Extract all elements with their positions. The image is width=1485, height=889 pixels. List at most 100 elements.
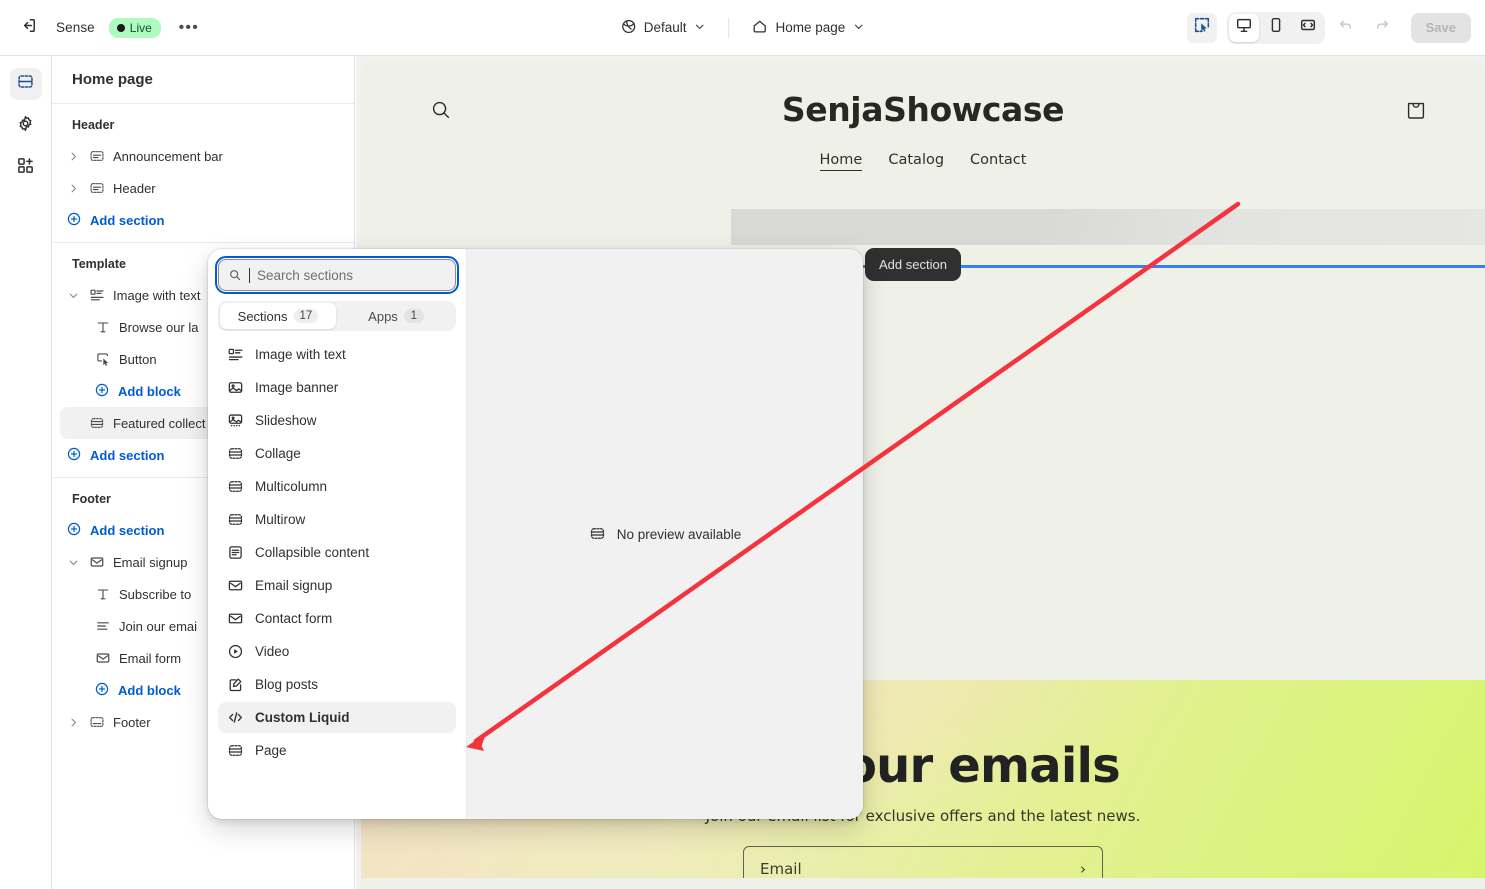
- section-type-list: Image with text Image banner Slideshow C…: [218, 337, 456, 819]
- section-option-label: Image with text: [255, 347, 346, 362]
- plus-circle-icon: [66, 446, 82, 465]
- nav-link-catalog[interactable]: Catalog: [888, 152, 944, 171]
- add-section-label: Add section: [90, 522, 165, 538]
- chevron-right-icon[interactable]: [66, 181, 80, 195]
- section-option-email-signup[interactable]: Email signup: [218, 570, 456, 601]
- section-icon: [226, 511, 244, 529]
- tab-apps-label: Apps: [368, 308, 398, 324]
- section-option-page[interactable]: Page: [218, 735, 456, 766]
- add-section-label: Add section: [90, 212, 165, 228]
- search-icon: [228, 268, 242, 282]
- section-option-slideshow[interactable]: Slideshow: [218, 405, 456, 436]
- popover-tabs: Sections 17 Apps 1: [218, 301, 456, 331]
- search-sections-field[interactable]: Search sections: [215, 256, 459, 294]
- chevron-down-icon[interactable]: [66, 555, 80, 569]
- section-option-image-banner[interactable]: Image banner: [218, 372, 456, 403]
- section-option-custom-liquid[interactable]: Custom Liquid: [218, 702, 456, 733]
- tab-sections[interactable]: Sections 17: [220, 303, 336, 329]
- collapsible-icon: [226, 544, 244, 562]
- inspector-select-button[interactable]: [1186, 12, 1217, 43]
- sidebar-item-label: Email signup: [113, 554, 188, 570]
- section-option-multirow[interactable]: Multirow: [218, 504, 456, 535]
- section-option-video[interactable]: Video: [218, 636, 456, 667]
- section-icon: [88, 415, 105, 432]
- nav-link-home[interactable]: Home: [819, 152, 863, 171]
- device-mobile-button[interactable]: [1261, 14, 1291, 42]
- storefront-logo: SenjaShowcase: [781, 90, 1065, 129]
- chevron-down-icon: [693, 20, 706, 36]
- more-actions-button[interactable]: •••: [175, 14, 203, 42]
- store-name[interactable]: Sense: [56, 20, 95, 35]
- chevron-right-icon[interactable]: [66, 149, 80, 163]
- envelope-icon: [94, 650, 111, 667]
- sidebar-group-header: Header Announcement bar Header Add secti…: [52, 104, 354, 242]
- envelope-icon: [88, 554, 105, 571]
- code-icon: [226, 709, 244, 727]
- storefront-header: SenjaShowcase Home Catalog Contact: [361, 60, 1485, 171]
- add-section-tooltip: Add section: [865, 248, 961, 281]
- sidebar-item-label: Header: [113, 180, 156, 196]
- exit-editor-button[interactable]: [14, 14, 42, 42]
- top-bar: Sense Live ••• Default Home page Save: [0, 0, 1485, 56]
- add-section-button-header[interactable]: Add section: [60, 204, 346, 236]
- section-option-collapsible-content[interactable]: Collapsible content: [218, 537, 456, 568]
- sidebar-item-label: Featured collect: [113, 415, 206, 431]
- page-selector[interactable]: Home page: [743, 13, 873, 43]
- text-caret: [249, 267, 250, 283]
- button-icon: [94, 351, 111, 368]
- section-option-label: Slideshow: [255, 413, 317, 428]
- sections-icon: [16, 72, 35, 96]
- play-circle-icon: [226, 643, 244, 661]
- exit-icon: [19, 16, 38, 40]
- add-block-label: Add block: [118, 383, 181, 399]
- email-input[interactable]: Email ›: [743, 846, 1103, 878]
- section-option-contact-form[interactable]: Contact form: [218, 603, 456, 634]
- left-rail: [0, 56, 52, 889]
- theme-selector-label: Default: [643, 20, 687, 35]
- popover-left-pane: Search sections Sections 17 Apps 1 Image…: [208, 249, 467, 819]
- search-icon[interactable]: [429, 98, 453, 122]
- section-option-blog-posts[interactable]: Blog posts: [218, 669, 456, 700]
- sidebar-item-announcement-bar[interactable]: Announcement bar: [60, 140, 346, 172]
- status-badge-label: Live: [129, 20, 152, 35]
- apps-rail-icon[interactable]: [10, 152, 42, 184]
- section-option-image-with-text[interactable]: Image with text: [218, 339, 456, 370]
- full-width-icon: [1299, 16, 1317, 39]
- section-option-label: Collage: [255, 446, 301, 461]
- image-banner-icon: [226, 379, 244, 397]
- sections-rail-icon[interactable]: [9, 68, 42, 100]
- sidebar-block-label: Join our emai: [119, 618, 198, 634]
- redo-icon: [1373, 16, 1391, 39]
- settings-rail-icon[interactable]: [10, 110, 42, 142]
- mobile-icon: [1267, 16, 1285, 39]
- chevron-down-icon[interactable]: [66, 288, 80, 302]
- shopping-bag-icon[interactable]: [1405, 98, 1427, 122]
- chevron-right-icon[interactable]: [66, 715, 80, 729]
- theme-selector[interactable]: Default: [612, 13, 715, 43]
- redo-button[interactable]: [1367, 13, 1397, 43]
- tab-apps[interactable]: Apps 1: [338, 303, 454, 329]
- nav-link-contact[interactable]: Contact: [970, 152, 1026, 171]
- section-option-multicolumn[interactable]: Multicolumn: [218, 471, 456, 502]
- chevron-down-icon: [852, 20, 865, 36]
- device-desktop-button[interactable]: [1228, 13, 1259, 42]
- top-bar-right: Save: [1186, 11, 1471, 44]
- no-preview-label: No preview available: [616, 526, 742, 542]
- plus-circle-icon: [66, 211, 82, 230]
- arrow-right-icon[interactable]: ›: [1080, 860, 1086, 878]
- tab-sections-count: 17: [293, 309, 319, 323]
- section-option-label: Multirow: [255, 512, 306, 527]
- save-button[interactable]: Save: [1410, 12, 1471, 43]
- section-option-label: Multicolumn: [255, 479, 328, 494]
- edit-note-icon: [226, 676, 244, 694]
- sidebar-block-label: Subscribe to: [119, 586, 192, 602]
- status-badge: Live: [108, 17, 161, 38]
- undo-button[interactable]: [1331, 13, 1361, 43]
- sidebar-item-header[interactable]: Header: [60, 172, 346, 204]
- section-option-collage[interactable]: Collage: [218, 438, 456, 469]
- popover-preview-pane: No preview available: [467, 249, 863, 819]
- slideshow-icon: [226, 412, 244, 430]
- device-fullwidth-button[interactable]: [1293, 14, 1323, 42]
- footer-icon: [88, 714, 105, 731]
- storefront-nav: Home Catalog Contact: [361, 152, 1485, 171]
